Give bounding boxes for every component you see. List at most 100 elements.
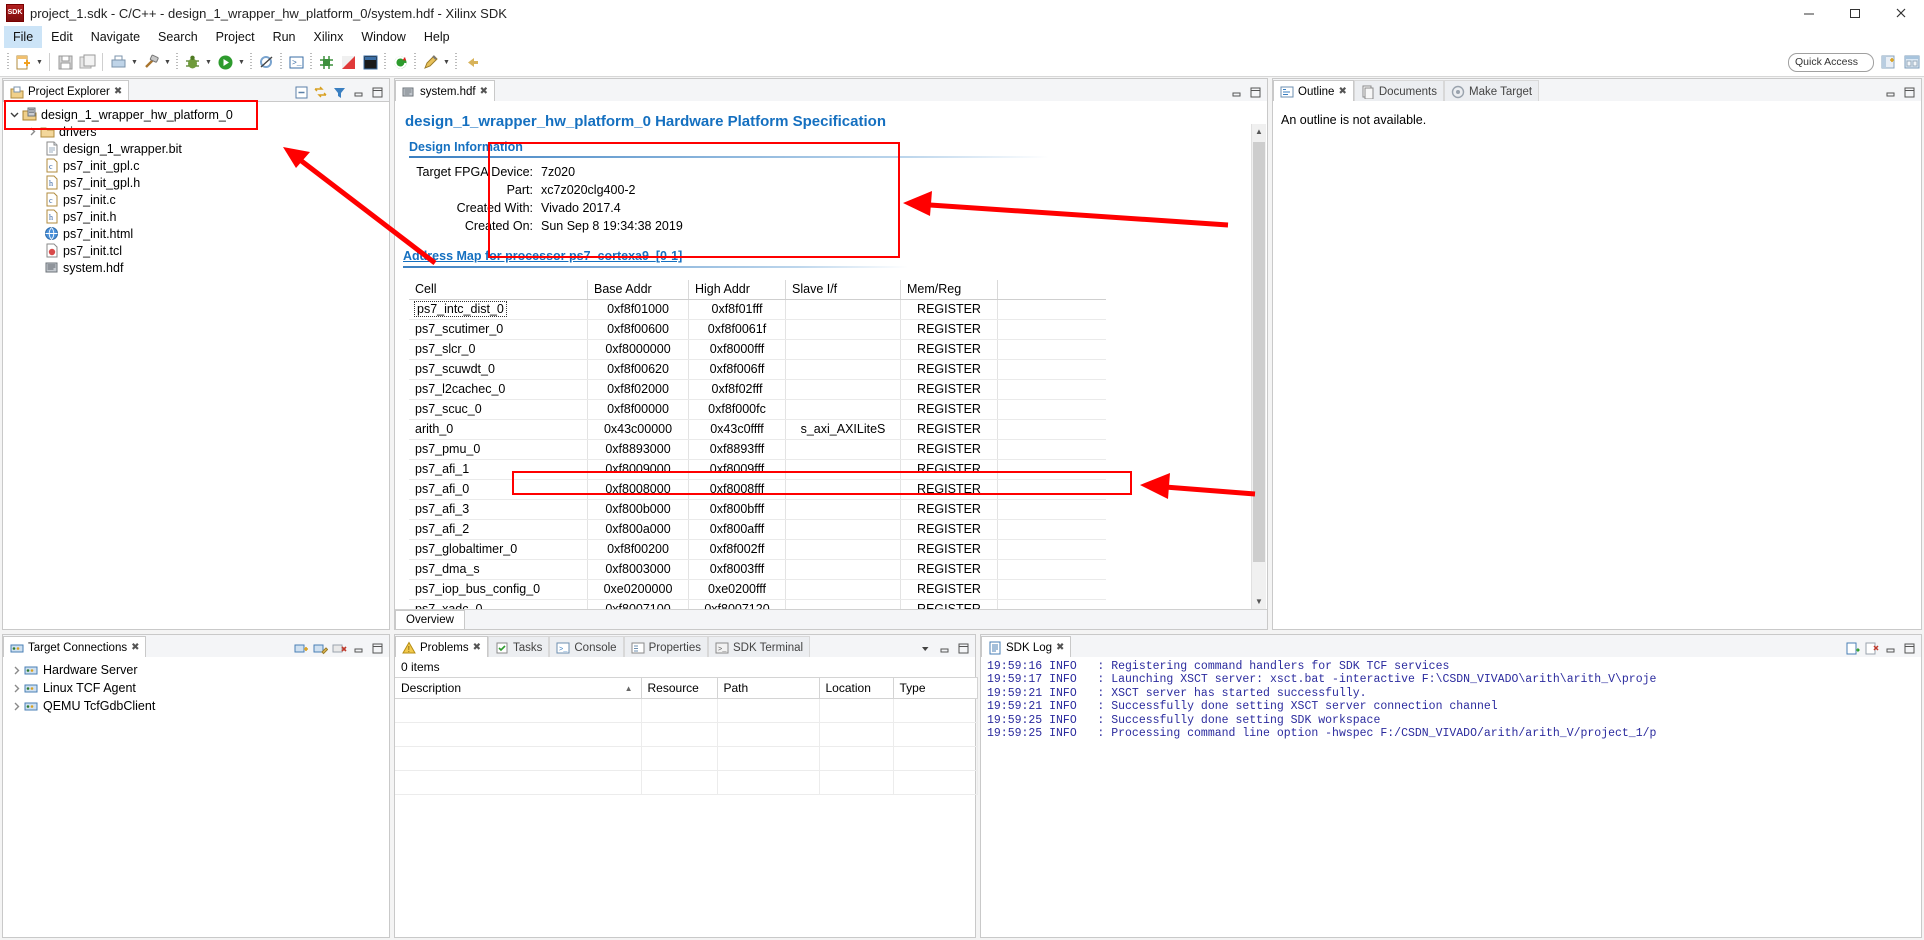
close-icon[interactable]	[1878, 0, 1924, 26]
pencil-icon[interactable]	[419, 51, 441, 73]
repo-refresh-icon[interactable]	[389, 51, 411, 73]
build-hammer-icon[interactable]	[140, 51, 162, 73]
pencil-dropdown-icon[interactable]: ▼	[441, 51, 452, 73]
run-icon[interactable]	[214, 51, 236, 73]
table-row[interactable]: ps7_afi_2 0xf800a000 0xf800afff REGISTER	[409, 519, 1106, 540]
tree-item-bit-file[interactable]: design_1_wrapper.bit	[3, 140, 389, 157]
expand-chevron-right-icon[interactable]	[9, 662, 23, 679]
close-icon[interactable]: ✖	[1056, 642, 1064, 653]
cpp-perspective-icon[interactable]	[1902, 52, 1922, 72]
expand-chevron-right-icon[interactable]	[9, 698, 23, 715]
maximize-icon[interactable]	[1901, 84, 1917, 100]
tree-item-ps7-init-tcl[interactable]: ps7_init.tcl	[3, 242, 389, 259]
column-header-location[interactable]: Location	[819, 677, 894, 699]
table-row[interactable]: arith_0 0x43c00000 0x43c0ffff s_axi_AXILite…	[409, 419, 1106, 440]
delete-connection-icon[interactable]	[331, 640, 347, 656]
table-row[interactable]: ps7_dma_s 0xf8003000 0xf8003fff REGISTER	[409, 559, 1106, 580]
save-icon[interactable]	[54, 51, 76, 73]
tab-console[interactable]: >_ Console	[549, 636, 624, 658]
new-connection-icon[interactable]	[293, 640, 309, 656]
collapse-all-icon[interactable]	[293, 84, 309, 100]
column-header-resource[interactable]: Resource	[641, 677, 718, 699]
debug-dropdown-icon[interactable]: ▼	[203, 51, 214, 73]
minimize-icon[interactable]	[1786, 0, 1832, 26]
minimize-icon[interactable]	[936, 640, 952, 656]
tab-outline[interactable]: Outline ✖	[1273, 80, 1354, 102]
tab-sdk-terminal[interactable]: >_ SDK Terminal	[708, 636, 811, 658]
column-header-cell[interactable]: Cell	[409, 280, 588, 300]
maximize-icon[interactable]	[1247, 84, 1263, 100]
table-row[interactable]: ps7_afi_0 0xf8008000 0xf8008fff REGISTER	[409, 479, 1106, 500]
tab-documents[interactable]: Documents	[1353, 80, 1444, 102]
close-icon[interactable]: ✖	[473, 642, 481, 653]
tree-item-hw-platform[interactable]: design_1_wrapper_hw_platform_0	[3, 106, 389, 123]
column-header-slave-if[interactable]: Slave I/f	[785, 280, 901, 300]
tree-item-ps7-init-html[interactable]: ps7_init.html	[3, 225, 389, 242]
connection-item-hardware-server[interactable]: Hardware Server	[3, 661, 389, 679]
column-header-type[interactable]: Type	[893, 677, 978, 699]
program-fpga-icon[interactable]	[315, 51, 337, 73]
dump-flash-icon[interactable]	[359, 51, 381, 73]
column-header-path[interactable]: Path	[717, 677, 820, 699]
project-tree[interactable]: design_1_wrapper_hw_platform_0 drivers d…	[3, 102, 389, 276]
maximize-icon[interactable]	[955, 640, 971, 656]
column-header-high-addr[interactable]: High Addr	[688, 280, 786, 300]
tab-problems[interactable]: ! Problems ✖	[395, 636, 488, 658]
expand-chevron-down-icon[interactable]	[7, 106, 21, 123]
minimize-icon[interactable]	[1882, 84, 1898, 100]
scroll-down-icon[interactable]: ▼	[1252, 594, 1266, 609]
tab-sdk-log[interactable]: SDK Log ✖	[981, 636, 1072, 658]
run-dropdown-icon[interactable]: ▼	[236, 51, 247, 73]
tree-item-ps7-init-gpl-h[interactable]: h ps7_init_gpl.h	[3, 174, 389, 191]
close-icon[interactable]: ✖	[131, 642, 139, 653]
debug-bug-icon[interactable]	[181, 51, 203, 73]
table-row[interactable]: ps7_afi_3 0xf800b000 0xf800bfff REGISTER	[409, 499, 1106, 520]
tree-item-drivers[interactable]: drivers	[3, 123, 389, 140]
table-row[interactable]: ps7_slcr_0 0xf8000000 0xf8000fff REGISTER	[409, 339, 1106, 360]
table-row[interactable]: ps7_afi_1 0xf8009000 0xf8009fff REGISTER	[409, 459, 1106, 480]
view-menu-filter-icon[interactable]	[331, 84, 347, 100]
menu-navigate[interactable]: Navigate	[82, 26, 149, 48]
menu-help[interactable]: Help	[415, 26, 459, 48]
expand-chevron-right-icon[interactable]	[25, 123, 39, 140]
expand-chevron-right-icon[interactable]	[9, 680, 23, 697]
tab-overview[interactable]: Overview	[395, 610, 465, 629]
tab-tasks[interactable]: Tasks	[487, 636, 550, 658]
table-row[interactable]: ps7_pmu_0 0xf8893000 0xf8893fff REGISTER	[409, 439, 1106, 460]
tab-target-connections[interactable]: Target Connections ✖	[3, 636, 147, 658]
close-icon[interactable]: ✖	[1338, 86, 1346, 97]
maximize-icon[interactable]	[1832, 0, 1878, 26]
menu-xilinx[interactable]: Xilinx	[305, 26, 353, 48]
column-header-mem-reg[interactable]: Mem/Reg	[900, 280, 998, 300]
table-row[interactable]: ps7_scuwdt_0 0xf8f00620 0xf8f006ff REGISTER	[409, 359, 1106, 380]
close-icon[interactable]: ✖	[480, 86, 488, 97]
connection-item-qemu-tcfgdbclient[interactable]: QEMU TcfGdbClient	[3, 697, 389, 715]
maximize-icon[interactable]	[369, 84, 385, 100]
column-header-base-addr[interactable]: Base Addr	[587, 280, 689, 300]
table-row[interactable]: ps7_intc_dist_0 0xf8f01000 0xf8f01fff REGIS…	[409, 299, 1106, 320]
save-all-icon[interactable]	[76, 51, 98, 73]
menu-run[interactable]: Run	[264, 26, 305, 48]
editor-vertical-scrollbar[interactable]: ▲ ▼	[1251, 124, 1266, 609]
export-log-icon[interactable]	[1844, 640, 1860, 656]
link-with-editor-icon[interactable]	[312, 84, 328, 100]
table-row[interactable]: ps7_iop_bus_config_0 0xe0200000 0xe0200fff…	[409, 579, 1106, 600]
table-row[interactable]: ps7_scutimer_0 0xf8f00600 0xf8f0061f REGIST…	[409, 319, 1106, 340]
tree-item-ps7-init-h[interactable]: h ps7_init.h	[3, 208, 389, 225]
tab-project-explorer[interactable]: Project Explorer ✖	[3, 80, 130, 102]
print-dropdown-icon[interactable]: ▼	[129, 51, 140, 73]
scroll-up-icon[interactable]: ▲	[1252, 124, 1266, 139]
maximize-icon[interactable]	[1901, 640, 1917, 656]
edit-connection-icon[interactable]	[312, 640, 328, 656]
tree-item-ps7-init-c[interactable]: c ps7_init.c	[3, 191, 389, 208]
build-dropdown-icon[interactable]: ▼	[162, 51, 173, 73]
table-row[interactable]: ps7_scuc_0 0xf8f00000 0xf8f000fc REGISTER	[409, 399, 1106, 420]
open-perspective-icon[interactable]	[1878, 52, 1898, 72]
minimize-icon[interactable]	[1882, 640, 1898, 656]
menu-window[interactable]: Window	[352, 26, 414, 48]
back-arrow-icon[interactable]	[460, 51, 482, 73]
skip-breakpoints-icon[interactable]	[255, 51, 277, 73]
menu-project[interactable]: Project	[207, 26, 264, 48]
menu-file[interactable]: File	[4, 26, 43, 48]
minimize-icon[interactable]	[1228, 84, 1244, 100]
